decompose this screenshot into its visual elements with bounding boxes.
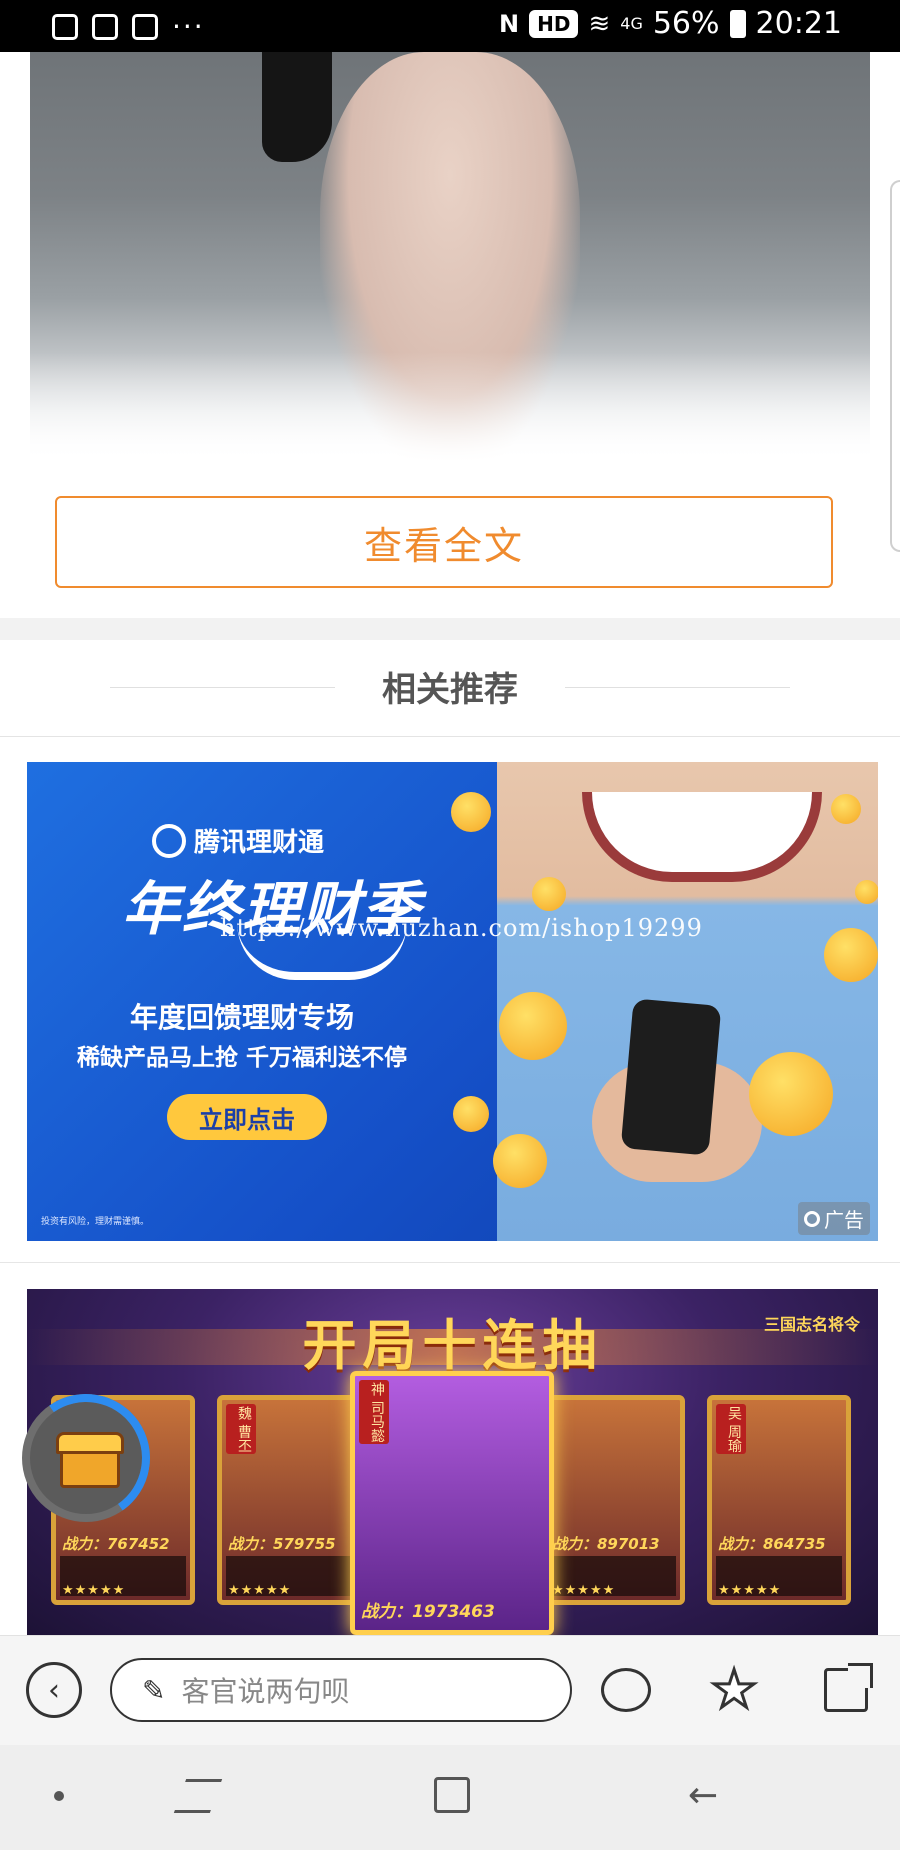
ad-line2: 稀缺产品马上抢 千万福利送不停 xyxy=(76,1045,407,1071)
paw-app-icon xyxy=(132,13,158,40)
ad-cta-button[interactable]: 立即点击 xyxy=(167,1094,327,1140)
emoji-icon xyxy=(831,794,861,824)
nav-dot-icon[interactable] xyxy=(54,1791,64,1801)
photo-hair xyxy=(262,52,332,162)
comment-placeholder: 客官说两句呗 xyxy=(181,1675,350,1708)
star-shape: ★ xyxy=(709,1660,759,1720)
ad-banner-game[interactable]: 开局十连抽 三国志名将令 战力：767452 ★★★★★ 魏 曹丕 战力：579… xyxy=(27,1289,878,1635)
ad-label-text: 广告 xyxy=(824,1208,864,1232)
ad-info-icon xyxy=(804,1210,820,1227)
heart-eyes-emoji-icon xyxy=(499,992,567,1060)
share-shape xyxy=(824,1663,873,1712)
hd-badge: HD xyxy=(529,9,579,38)
pencil-icon: ✎ xyxy=(142,1673,166,1707)
share-icon[interactable] xyxy=(818,1662,874,1718)
floating-reward-chest-button[interactable] xyxy=(11,1383,161,1533)
emoji-icon xyxy=(532,877,566,911)
nav-back-icon[interactable]: ← xyxy=(688,1775,718,1816)
hero-power: 战力：897013 xyxy=(552,1535,660,1553)
emoji-icon xyxy=(824,928,878,982)
hero-power: 战力：864735 xyxy=(718,1535,826,1553)
back-circle-icon[interactable]: ‹ xyxy=(26,1662,82,1718)
star-icon[interactable]: ★ xyxy=(706,1662,762,1718)
watermark-text: https://www.huzhan.com/ishop19299 xyxy=(220,914,703,942)
ad-brand-name: 腾讯理财通 xyxy=(194,828,325,858)
hero-card-featured: 神 司马懿 战力：1973463 xyxy=(350,1371,554,1635)
wifi-icon: ≋ xyxy=(588,8,611,39)
ad-banner-finance[interactable]: 腾讯理财通 年终理财季 年度回馈理财专场 稀缺产品马上抢 千万福利送不停 立即点… xyxy=(27,762,878,1241)
treasure-chest-lid xyxy=(56,1432,124,1454)
section-divider xyxy=(0,618,900,640)
gallery-icon xyxy=(92,13,118,40)
emoji-icon xyxy=(451,792,491,832)
ad-separator xyxy=(0,1262,900,1263)
hero-power: 战力：579755 xyxy=(228,1535,336,1553)
game-ad-title: 开局十连抽 xyxy=(302,1314,603,1377)
status-bar: ··· N HD ≋ 4G 56% 20:21 xyxy=(0,0,900,52)
photo-fade xyxy=(30,352,870,462)
more-notifications-icon: ··· xyxy=(172,10,205,43)
emoji-icon xyxy=(493,1134,547,1188)
hero-name: 魏 曹丕 xyxy=(226,1404,256,1455)
system-navigation-bar: ← xyxy=(0,1745,900,1850)
view-full-article-button[interactable]: 查看全文 xyxy=(55,496,833,588)
battery-percent: 56% xyxy=(652,6,720,41)
hero-card: 魏 曹丕 战力：579755 ★★★★★ xyxy=(217,1395,361,1605)
article-photo xyxy=(30,52,870,462)
hero-stars: ★★★★★ xyxy=(62,1583,126,1598)
ad-disclaimer: 投资有风险，理财需谨慎。 xyxy=(41,1217,150,1227)
bottom-action-bar: ‹ ✎ 客官说两句呗 ★ xyxy=(0,1635,900,1745)
nfc-icon: N xyxy=(499,9,520,38)
brand-logo-icon xyxy=(152,823,186,858)
status-system-icons: N HD ≋ 4G 56% 20:21 xyxy=(499,6,842,41)
emoji-icon xyxy=(855,880,878,904)
clock: 20:21 xyxy=(755,6,842,41)
article-page[interactable]: 查看全文 相关推荐 腾讯理财通 年终理财季 年度回馈理财专场 稀缺产品马上抢 千… xyxy=(0,52,900,1635)
hero-stars: ★★★★★ xyxy=(228,1583,292,1598)
network-type: 4G xyxy=(620,14,643,33)
hero-stars: ★★★★★ xyxy=(552,1583,616,1598)
recent-apps-icon[interactable] xyxy=(173,1779,223,1813)
hero-stars: ★★★★★ xyxy=(718,1583,782,1598)
status-notification-icons: ··· xyxy=(52,10,205,43)
ad-phone xyxy=(620,998,722,1156)
hero-name: 神 司马懿 xyxy=(359,1380,389,1445)
battery-icon xyxy=(729,9,746,38)
ad-label[interactable]: 广告 xyxy=(798,1202,870,1235)
related-recommendations-header: 相关推荐 xyxy=(0,640,900,737)
game-logo: 三国志名将令 xyxy=(763,1315,860,1334)
emoji-icon xyxy=(453,1096,489,1132)
laughing-emoji-icon xyxy=(749,1052,833,1136)
hero-card: 吴 周瑜 战力：864735 ★★★★★ xyxy=(707,1395,851,1605)
notification-app-icon xyxy=(52,13,78,40)
scrollbar-handle[interactable] xyxy=(890,180,900,552)
comment-input[interactable]: ✎ 客官说两句呗 xyxy=(110,1658,572,1722)
comment-bubble-icon[interactable] xyxy=(598,1662,654,1718)
hero-card: 战力：897013 ★★★★★ xyxy=(541,1395,685,1605)
ad-brand: 腾讯理财通 xyxy=(152,822,324,859)
hero-name: 吴 周瑜 xyxy=(716,1404,746,1455)
hero-power: 战力：767452 xyxy=(62,1535,170,1553)
hero-power: 战力：1973463 xyxy=(361,1602,495,1622)
title-line-right xyxy=(565,687,790,688)
bubble-shape xyxy=(601,1668,651,1712)
home-icon[interactable] xyxy=(434,1777,470,1813)
ad-line1: 年度回馈理财专场 xyxy=(129,1001,354,1034)
